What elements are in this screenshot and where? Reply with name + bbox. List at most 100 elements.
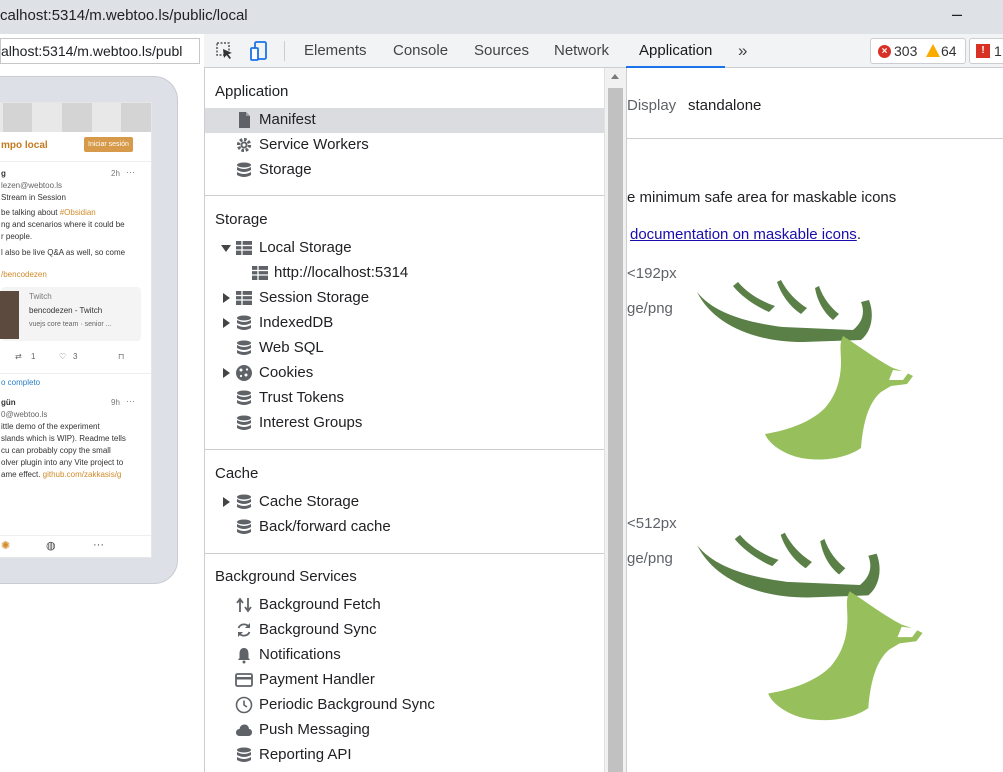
tab-elements[interactable]: Elements: [304, 34, 367, 68]
post-card[interactable]: g 2h ··· lezen@webtoo.ls Stream in Sessi…: [0, 166, 151, 367]
sidebar-item-background-fetch[interactable]: Background Fetch: [205, 593, 607, 618]
expand-arrow-icon[interactable]: [221, 245, 231, 252]
sidebar-item-payment-handler[interactable]: Payment Handler: [205, 668, 607, 693]
sidebar-scrollbar[interactable]: [604, 68, 626, 772]
post-line: slands which is WIP). Readme tells: [1, 434, 126, 443]
section-divider: [205, 553, 608, 554]
sidebar-item-interest-groups[interactable]: Interest Groups: [205, 411, 607, 436]
github-link[interactable]: github.com/zakkasis/g: [43, 470, 122, 479]
sidebar-item-label: Session Storage: [259, 289, 370, 306]
sidebar-item-trust-tokens[interactable]: Trust Tokens: [205, 386, 607, 411]
scrollbar-thumb[interactable]: [608, 88, 623, 772]
section-divider: [205, 195, 608, 196]
link-preview-card[interactable]: Twitch bencodezen - Twitch vuejs core te…: [0, 287, 141, 341]
sidebar-item-cache-storage[interactable]: Cache Storage: [205, 490, 607, 515]
expand-arrow-icon[interactable]: [223, 368, 230, 378]
post-handle: 0@webtoo.ls: [1, 410, 48, 419]
table-icon: [236, 241, 252, 255]
device-emulation-area: alhost:5314/m.webtoo.ls/publ mpo local I…: [0, 34, 204, 772]
post-tag-link[interactable]: /bencodezen: [1, 269, 151, 281]
bottom-nav: ✺ ◍ ···: [0, 535, 151, 557]
sidebar-item-web-sql[interactable]: Web SQL: [205, 336, 607, 361]
warning-icon: [926, 44, 940, 57]
emulated-screen[interactable]: mpo local Iniciar sesión g 2h ··· lezen@…: [0, 102, 152, 558]
sidebar-item-indexeddb[interactable]: IndexedDB: [205, 311, 607, 336]
sidebar-item-label: IndexedDB: [259, 314, 334, 331]
sidebar-item-periodic-background-sync[interactable]: Periodic Background Sync: [205, 693, 607, 718]
sidebar-item-reporting-api[interactable]: Reporting API: [205, 743, 607, 768]
icon-type: ge/png: [627, 300, 673, 317]
sidebar-item-local-storage[interactable]: Local Storage: [205, 236, 607, 261]
window-title-bar: calhost:5314/m.webtoo.ls/public/local –: [0, 0, 1003, 34]
sidebar-item-background-sync[interactable]: Background Sync: [205, 618, 607, 643]
thread-link[interactable]: o completo: [0, 373, 151, 387]
deer-logo-icon: [697, 280, 913, 460]
favourite-icon[interactable]: ♡: [59, 351, 66, 363]
emulated-url-input[interactable]: alhost:5314/m.webtoo.ls/publ: [0, 38, 200, 64]
sidebar-item-label: Manifest: [259, 111, 316, 128]
icon-size: <192px: [627, 265, 677, 282]
globe-icon[interactable]: ◍: [46, 539, 56, 552]
sidebar-item-label: Payment Handler: [259, 671, 375, 688]
post-line: ame effect. github.com/zakkasis/g: [1, 470, 122, 479]
section-divider: [205, 449, 608, 450]
section-title-cache: Cache: [215, 465, 259, 482]
explore-icon[interactable]: ✺: [1, 539, 10, 552]
preview-source: Twitch: [29, 292, 52, 301]
favourite-count: 3: [73, 352, 78, 361]
reblog-icon[interactable]: ⇄: [15, 351, 22, 363]
preview-thumbnail: [0, 291, 19, 339]
sidebar-item-local-storage-origin[interactable]: http://localhost:5314: [205, 261, 607, 286]
database-icon: [237, 390, 251, 405]
login-button[interactable]: Iniciar sesión: [84, 137, 133, 152]
expand-arrow-icon[interactable]: [223, 497, 230, 507]
issues-counter[interactable]: ! 1: [969, 38, 1003, 64]
tab-network[interactable]: Network: [554, 34, 609, 68]
tab-sources[interactable]: Sources: [474, 34, 529, 68]
post-menu-icon[interactable]: ···: [126, 395, 135, 407]
clock-icon: [235, 696, 253, 714]
database-icon: [237, 494, 251, 509]
bookmark-icon[interactable]: ⊓: [118, 351, 124, 363]
credit-card-icon: [235, 673, 253, 687]
database-icon: [237, 162, 251, 177]
header-banner: [0, 103, 151, 132]
sidebar-item-manifest[interactable]: Manifest: [205, 108, 607, 133]
sidebar-item-session-storage[interactable]: Session Storage: [205, 286, 607, 311]
sidebar-item-service-workers[interactable]: Service Workers: [205, 133, 607, 158]
more-icon[interactable]: ···: [93, 539, 104, 551]
expand-arrow-icon[interactable]: [223, 318, 230, 328]
issues-icon: !: [976, 44, 990, 58]
device-toolbar-icon[interactable]: [248, 40, 270, 62]
post-card[interactable]: gün 9h ··· 0@webtoo.ls ittle demo of the…: [0, 395, 151, 481]
post-actions: ↩ ⇄ 1 ♡ 3 ⊓: [1, 347, 151, 367]
warning-count: 64: [941, 43, 957, 59]
inspect-element-icon[interactable]: [214, 40, 236, 62]
sidebar-item-cookies[interactable]: Cookies: [205, 361, 607, 386]
section-title-application: Application: [215, 83, 289, 100]
tab-console[interactable]: Console: [393, 34, 448, 68]
maskable-docs-link[interactable]: documentation on maskable icons: [630, 226, 857, 243]
scroll-up-icon[interactable]: [611, 74, 619, 79]
more-tabs-icon[interactable]: »: [738, 34, 747, 68]
expand-arrow-icon[interactable]: [223, 293, 230, 303]
devtools-toolbar: Elements Console Sources Network Applica…: [204, 34, 1003, 68]
post-time: 2h: [111, 169, 120, 178]
console-counters[interactable]: × 303 64: [870, 38, 966, 64]
minimize-button[interactable]: –: [947, 4, 967, 28]
hashtag-link[interactable]: #Obsidian: [60, 208, 96, 217]
table-icon: [236, 291, 252, 305]
window-title: calhost:5314/m.webtoo.ls/public/local: [0, 7, 248, 24]
toolbar-divider: [284, 41, 285, 61]
sidebar-item-label: Periodic Background Sync: [259, 696, 435, 713]
post-menu-icon[interactable]: ···: [126, 166, 135, 178]
post-handle: lezen@webtoo.ls: [1, 181, 63, 190]
tab-application[interactable]: Application: [626, 34, 726, 68]
sidebar-item-notifications[interactable]: Notifications: [205, 643, 607, 668]
database-icon: [237, 519, 251, 534]
document-icon: [239, 112, 250, 128]
sidebar-item-storage[interactable]: Storage: [205, 158, 607, 183]
cookie-icon: [236, 365, 252, 381]
sidebar-item-push-messaging[interactable]: Push Messaging: [205, 718, 607, 743]
sidebar-item-back-forward-cache[interactable]: Back/forward cache: [205, 515, 607, 540]
